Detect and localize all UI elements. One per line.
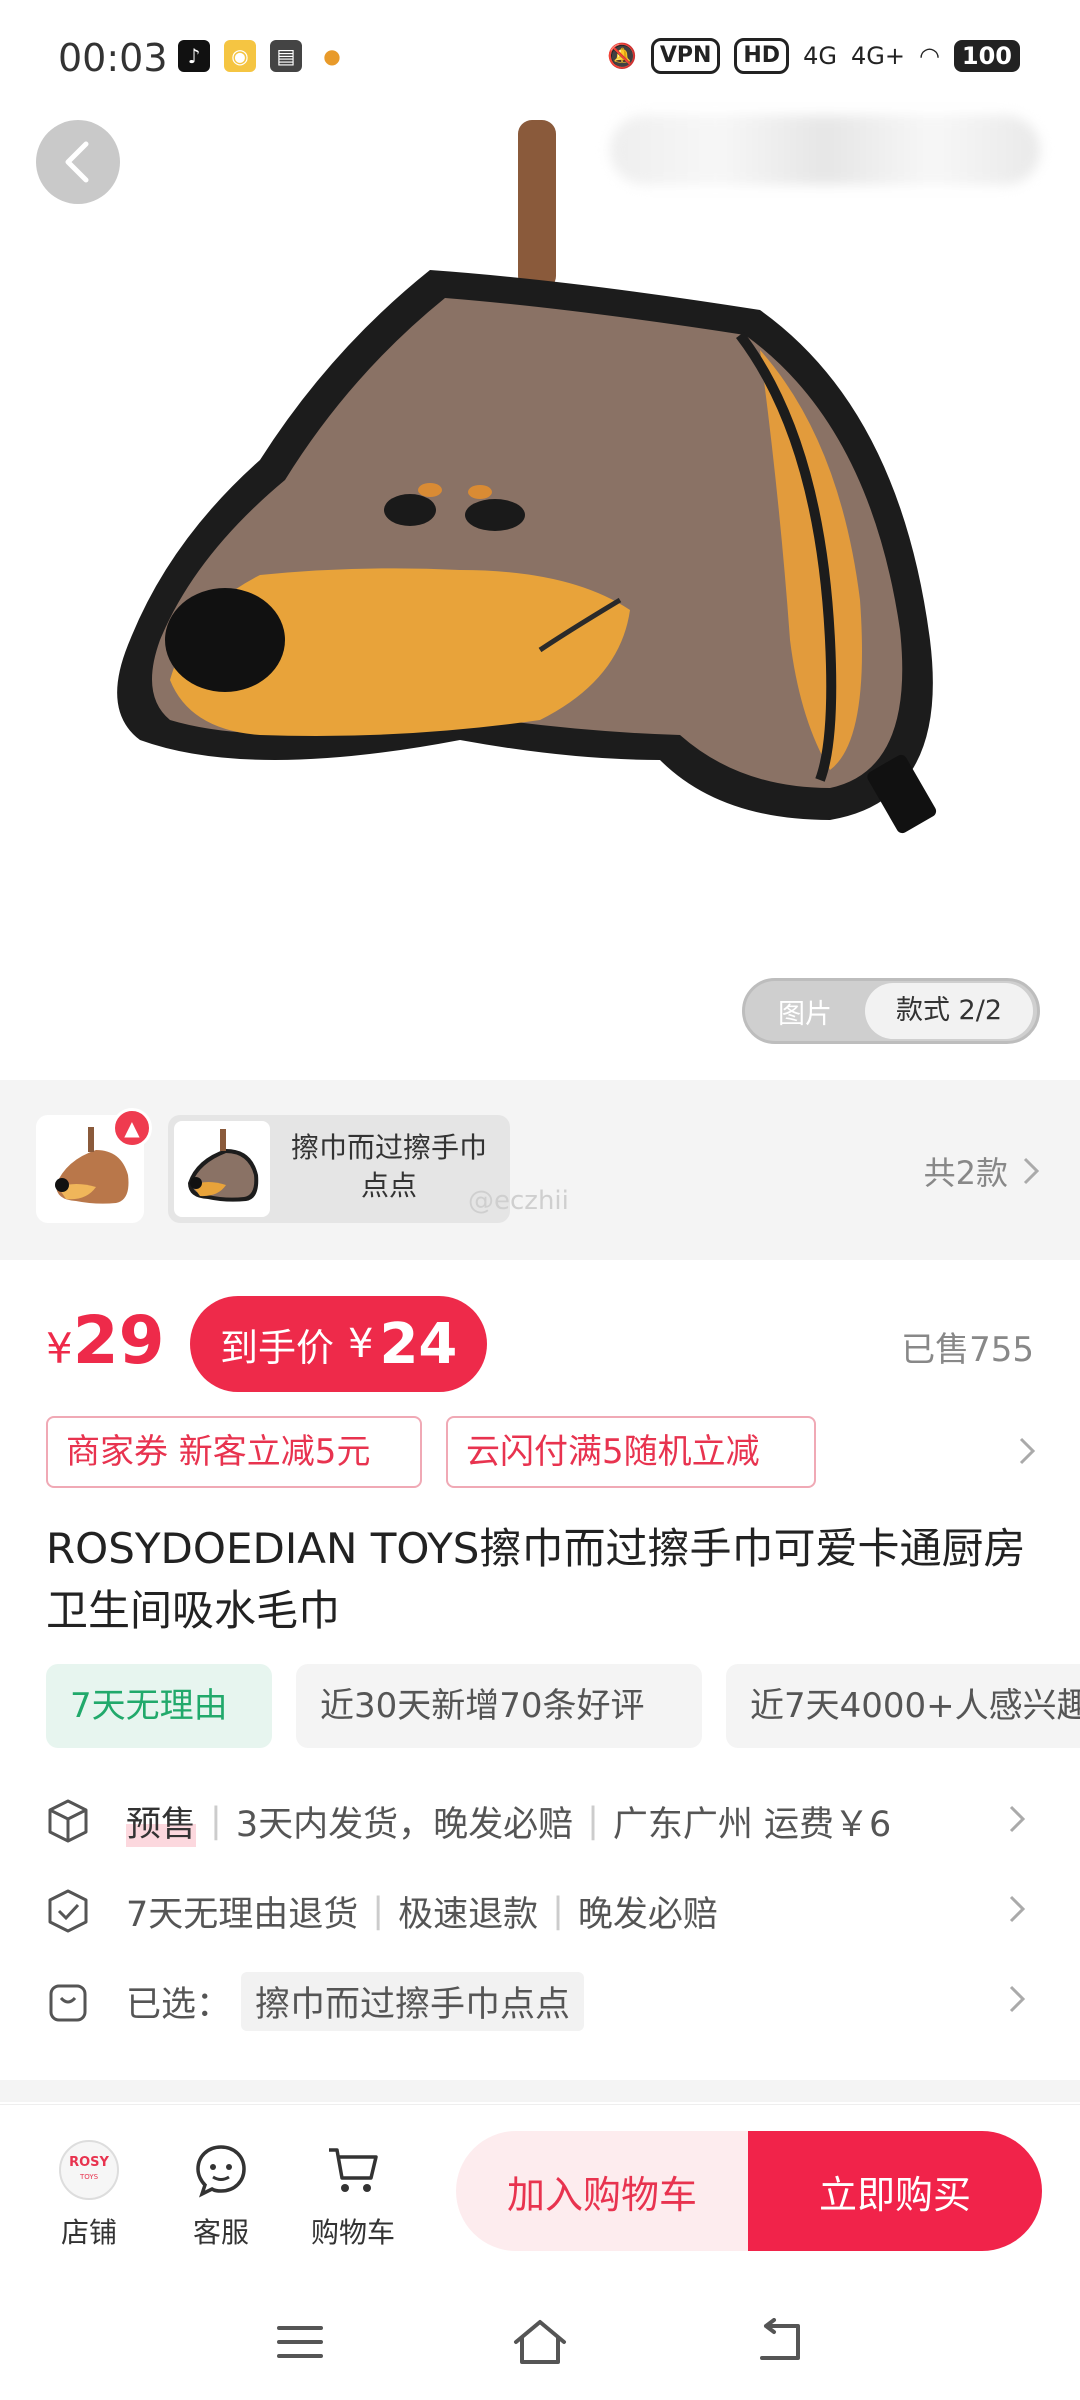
tab-styles[interactable]: 款式 2/2 (865, 983, 1033, 1039)
service-return: 7天无理由退货 (126, 1894, 359, 1935)
service-late: 晚发必赔 (577, 1894, 718, 1935)
chat-icon (166, 2135, 276, 2205)
variant-total[interactable]: 共2款 (924, 1148, 1040, 1194)
delivery-promise: 3天内发货，晚发必赔 (235, 1804, 574, 1845)
product-title: ROSYDOEDIAN TOYS擦巾而过擦手巾可爱卡通厨房卫生间吸水毛巾 (46, 1524, 1026, 1635)
blurred-header-actions (610, 115, 1040, 185)
tag-row: 7天无理由 近30天新增70条好评 近7天4000+人感兴趣 (46, 1664, 1080, 1748)
home-icon[interactable] (510, 2312, 570, 2372)
bottom-action-bar: ROSY TOYS 店铺 客服 购物车 加入购物车 立即购买 (0, 2104, 1080, 2284)
purchase-buttons: 加入购物车 立即购买 (456, 2131, 1042, 2251)
box-icon (46, 1796, 106, 1846)
selected-row[interactable]: 已选： 擦巾而过擦手巾点点 (46, 1966, 1040, 2036)
chevron-right-icon (1009, 1985, 1026, 2013)
shipping-row[interactable]: 预售 | 3天内发货，晚发必赔 | 广东广州 运费￥6 (46, 1786, 1040, 1856)
cart-button[interactable]: 购物车 (298, 2135, 408, 2251)
coupon-row[interactable]: 商家券 新客立减5元 云闪付满5随机立减 (46, 1416, 1036, 1490)
bag-icon (46, 1976, 106, 2026)
gallery-mode-toggle[interactable]: 图片 款式 2/2 (742, 978, 1040, 1044)
store-logo-icon: ROSY TOYS (34, 2135, 144, 2205)
chevron-right-icon (1009, 1805, 1026, 1833)
dog-towel-image (117, 120, 937, 834)
section-divider (0, 2080, 1080, 2102)
status-indicators: 🔕 VPN HD 4G 4G+ ◠ 100 (607, 38, 1020, 74)
mute-icon: 🔕 (606, 42, 637, 70)
chevron-right-icon[interactable] (1018, 1436, 1036, 1466)
weibo-icon: ◉ (224, 40, 256, 72)
status-time: 00:03 (58, 36, 168, 80)
hd-badge: HD (734, 38, 790, 74)
tiktok-icon: ♪ (178, 40, 210, 72)
svg-text:TOYS: TOYS (79, 2173, 99, 2181)
menu-icon[interactable] (270, 2312, 330, 2372)
watermark: @eczhii (468, 1186, 569, 1216)
service-row[interactable]: 7天无理由退货 | 极速退款 | 晚发必赔 (46, 1876, 1040, 1946)
price-value: 29 (72, 1302, 165, 1379)
final-price-badge: 到手价 ¥ 24 (190, 1296, 488, 1392)
vpn-badge: VPN (650, 38, 721, 74)
service-label: 客服 (192, 2216, 249, 2249)
presale-label: 预售 (126, 1795, 197, 1847)
system-nav-bar (0, 2284, 1080, 2400)
final-price-currency: ¥ (348, 1321, 374, 1367)
pay-icon: ● (316, 40, 348, 72)
selected-label: 已选： (126, 1984, 232, 2025)
chevron-right-icon (1023, 1157, 1040, 1185)
tab-pictures[interactable]: 图片 (745, 992, 865, 1031)
store-button[interactable]: ROSY TOYS 店铺 (34, 2135, 144, 2251)
status-bar: 00:03 ♪ ◉ ▤ ● 🔕 VPN HD 4G 4G+ ◠ 100 (0, 0, 1080, 120)
store-label: 店铺 (60, 2216, 117, 2249)
wallet-icon: ▤ (270, 40, 302, 72)
variant-option-selected[interactable]: 擦巾而过擦手巾点点 (168, 1115, 510, 1223)
variant-thumb-image (188, 1129, 259, 1202)
wifi-icon: ◠ (918, 42, 940, 70)
chevron-left-icon (65, 141, 89, 183)
variant-selector: ▲ 擦巾而过擦手巾点点 @eczhii 共2款 (0, 1080, 1080, 1260)
shield-check-icon (46, 1886, 106, 1936)
final-price-value: 24 (379, 1311, 458, 1377)
ship-location-fee: 广东广州 运费￥6 (612, 1804, 892, 1845)
coupon-merchant[interactable]: 商家券 新客立减5元 (46, 1416, 422, 1488)
product-image-gallery[interactable]: 图片 款式 2/2 (0, 0, 1080, 1080)
coupon-unionpay[interactable]: 云闪付满5随机立减 (446, 1416, 816, 1488)
tag-new-reviews[interactable]: 近30天新增70条好评 (296, 1664, 702, 1748)
price-row: ¥29 到手价 ¥ 24 已售755 (0, 1290, 1080, 1400)
hot-badge-icon: ▲ (112, 1108, 152, 1148)
back-button[interactable] (36, 120, 120, 204)
variant-thumb-2 (174, 1121, 270, 1217)
variant-option-label: 擦巾而过擦手巾点点 (290, 1131, 487, 1202)
sold-count: 已售755 (901, 1330, 1034, 1370)
price-currency: ¥ (46, 1324, 73, 1373)
add-to-cart-button[interactable]: 加入购物车 (456, 2131, 748, 2251)
original-price: ¥29 (46, 1302, 165, 1379)
selected-value: 擦巾而过擦手巾点点 (241, 1971, 585, 2031)
tag-return-policy[interactable]: 7天无理由 (46, 1664, 272, 1748)
final-price-label: 到手价 (220, 1325, 335, 1370)
customer-service-button[interactable]: 客服 (166, 2135, 276, 2251)
notification-icons: ♪ ◉ ▤ ● (178, 40, 348, 72)
cart-label: 购物车 (310, 2216, 395, 2249)
svg-text:ROSY: ROSY (69, 2155, 109, 2170)
tag-interest[interactable]: 近7天4000+人感兴趣 (726, 1664, 1080, 1748)
signal-4g: 4G (803, 42, 837, 70)
chevron-right-icon (1009, 1895, 1026, 1923)
variant-total-label: 共2款 (923, 1154, 1008, 1192)
battery-indicator: 100 (953, 40, 1020, 72)
back-nav-icon[interactable] (750, 2312, 810, 2372)
service-refund: 极速退款 (398, 1894, 539, 1935)
cart-icon (298, 2135, 408, 2205)
buy-now-button[interactable]: 立即购买 (748, 2131, 1042, 2251)
signal-4g-plus: 4G+ (850, 42, 905, 70)
